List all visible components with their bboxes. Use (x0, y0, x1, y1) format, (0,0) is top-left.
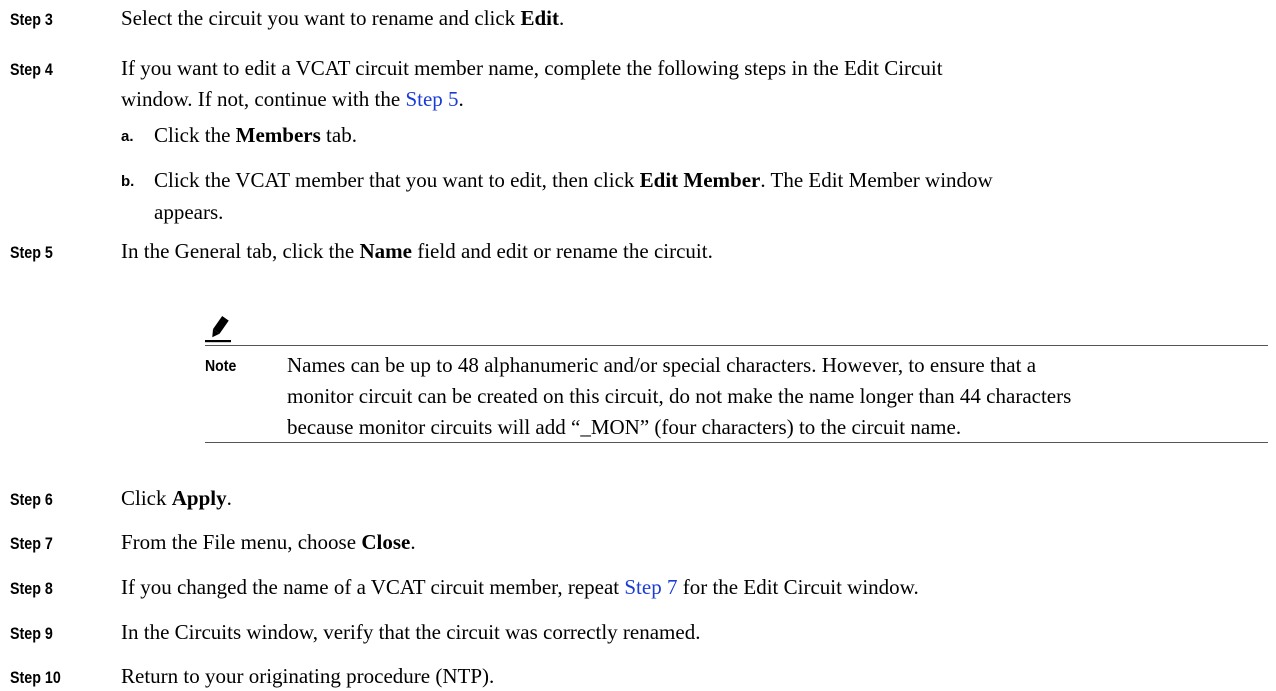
note-text: monitor circuit can be created on this c… (287, 384, 1072, 408)
step-text: Click Apply. (121, 484, 232, 513)
substep-text: appears. (154, 200, 224, 224)
step-label: Step 5 (10, 243, 53, 262)
step-text-part: . (226, 486, 232, 510)
step-text: If you want to edit a VCAT circuit membe… (121, 56, 943, 80)
step-text: From the File menu, choose Close. (121, 528, 416, 557)
step-text: In the General tab, click the Name field… (121, 237, 713, 266)
step-text-part: If you changed the name of a VCAT circui… (121, 575, 625, 599)
step-label: Step 9 (10, 624, 53, 643)
step-text: In the Circuits window, verify that the … (121, 620, 701, 644)
step-text-part: tab. (320, 123, 357, 147)
step-text: Return to your originating procedure (NT… (121, 664, 495, 688)
substep-text: Click the VCAT member that you want to e… (154, 166, 993, 195)
step-7-link[interactable]: Step 7 (624, 575, 677, 599)
step-text: window. If not, continue with the Step 5… (121, 85, 464, 114)
step-text-part: From the File menu, choose (121, 530, 362, 554)
ui-term: Name (359, 239, 412, 263)
substep-label: a. (121, 128, 134, 145)
note-label: Note (205, 358, 237, 375)
step-label: Step 3 (10, 10, 53, 29)
substep-label: b. (121, 173, 135, 190)
step-text-part: Click the VCAT member that you want to e… (154, 168, 640, 192)
ui-term: Members (235, 123, 321, 147)
step-text-part: Select the circuit you want to rename an… (121, 6, 521, 30)
step-text-part: . The Edit Member window (760, 168, 993, 192)
step-label: Step 4 (10, 60, 53, 79)
substep-text: Click the Members tab. (154, 121, 357, 150)
ui-term: Apply (171, 486, 227, 510)
step-text-part: Click (121, 486, 172, 510)
step-text-part: . (558, 6, 565, 30)
step-label: Step 7 (10, 534, 53, 553)
note-top-rule (205, 345, 1268, 346)
step-text-part: Click the (154, 123, 236, 147)
note-text: Names can be up to 48 alphanumeric and/o… (287, 353, 1037, 377)
step-text: If you changed the name of a VCAT circui… (121, 573, 919, 602)
ui-term: Edit Member (639, 168, 761, 192)
note-bottom-rule (205, 442, 1268, 443)
note-text: because monitor circuits will add “_MON”… (287, 415, 962, 439)
step-text-part: field and edit or rename the circuit. (411, 239, 713, 263)
ui-term: Edit (520, 6, 559, 30)
step-text-part: . (458, 87, 464, 111)
step-5-link[interactable]: Step 5 (405, 87, 458, 111)
ui-term: Close (361, 530, 411, 554)
step-label: Step 8 (10, 579, 53, 598)
step-label: Step 6 (10, 490, 53, 509)
step-label: Step 10 (10, 668, 61, 687)
step-text: Select the circuit you want to rename an… (121, 4, 564, 33)
step-text-part: . (410, 530, 416, 554)
step-text-part: In the General tab, click the (121, 239, 360, 263)
step-text-part: for the Edit Circuit window. (677, 575, 919, 599)
step-text-part: window. If not, continue with the (121, 87, 406, 111)
pencil-icon (205, 316, 231, 343)
